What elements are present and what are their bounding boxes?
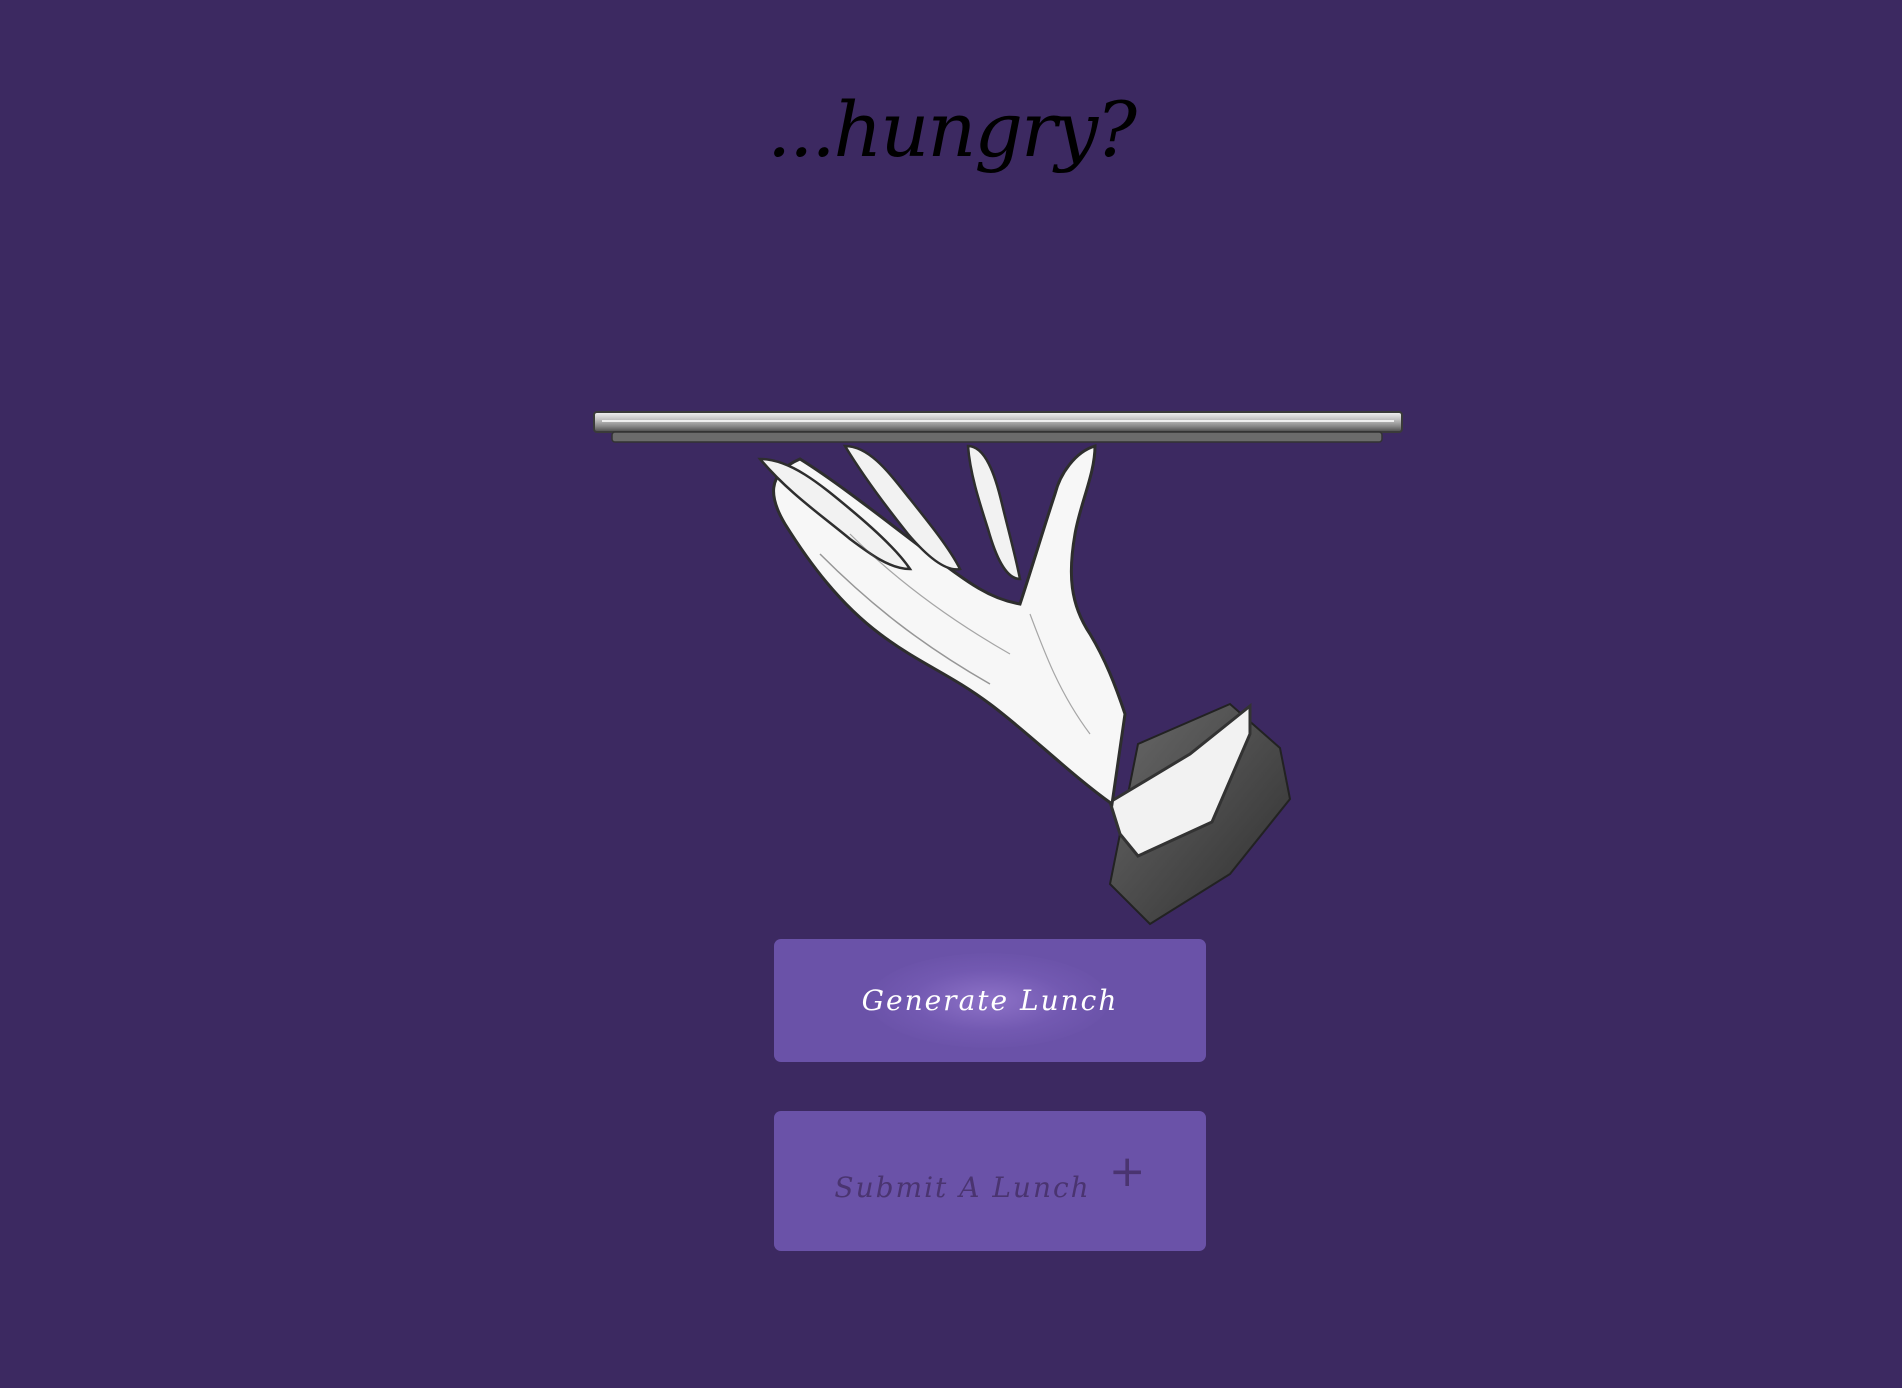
generate-lunch-button[interactable]: Generate Lunch: [774, 939, 1206, 1062]
generate-lunch-label: Generate Lunch: [861, 984, 1119, 1017]
waiter-hand-tray-icon: [593, 411, 1403, 926]
page: ...hungry? Generate Lunch Submit A Lunch…: [0, 0, 1902, 1388]
page-title: ...hungry?: [767, 85, 1137, 174]
plus-icon: +: [1108, 1146, 1146, 1197]
submit-lunch-label: Submit A Lunch: [834, 1170, 1091, 1204]
submit-lunch-button[interactable]: Submit A Lunch +: [774, 1111, 1206, 1251]
